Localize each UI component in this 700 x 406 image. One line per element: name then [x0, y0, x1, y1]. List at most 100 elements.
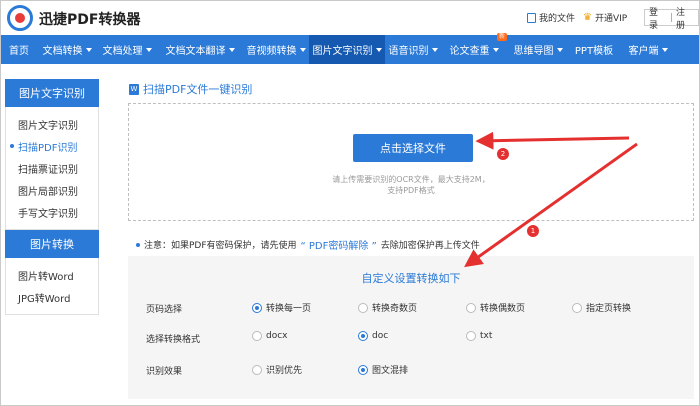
radio-option[interactable]: 图文混排: [358, 363, 408, 376]
sidebar-item-group1-4[interactable]: 手写文字识别: [6, 201, 98, 223]
document-icon: [527, 12, 536, 23]
chevron-down-icon: [492, 47, 499, 52]
radio-unselected-icon[interactable]: [466, 302, 476, 313]
radio-option[interactable]: 转换偶数页: [466, 301, 525, 314]
settings-row-label: 识别效果: [146, 367, 183, 377]
login-register-box: 登录 | 注册: [644, 8, 699, 31]
settings-row-label: 选择转换格式: [146, 335, 201, 345]
radio-option[interactable]: doc: [358, 331, 388, 341]
sidebar: 图片文字识别 图片文字识别 扫描PDF识别 扫描票证识别 图片局部识别 手写文字识别 图…: [5, 79, 99, 315]
nav-item-2[interactable]: 文档处理: [97, 35, 157, 64]
sidebar-item-group2-1[interactable]: JPG转Word: [6, 286, 98, 308]
upload-hint-line2: 支持PDF格式: [387, 186, 435, 195]
nav-item-9[interactable]: PPT模板: [569, 35, 619, 64]
sidebar-list-image: 图片转Word JPG转Word: [5, 258, 99, 315]
chevron-down-icon: [375, 47, 382, 52]
upload-hint-line1: 请上传需要识别的OCR文件，最大支持2M，: [332, 175, 490, 184]
sidebar-item-group1-2[interactable]: 扫描票证识别: [6, 157, 98, 179]
radio-option-label: docx: [266, 331, 288, 341]
radio-option-label: 图文混排: [372, 366, 409, 376]
sidebar-item-group2-0[interactable]: 图片转Word: [6, 264, 98, 286]
word-icon: W: [129, 83, 139, 95]
chevron-down-icon: [661, 47, 668, 52]
sidebar-item-group1-3[interactable]: 图片局部识别: [6, 179, 98, 201]
logo-icon[interactable]: [7, 5, 33, 31]
chevron-down-icon: [145, 47, 152, 52]
notice-suffix: 去除加密保护再上传文件: [380, 241, 480, 251]
radio-unselected-icon[interactable]: [252, 364, 262, 375]
settings-panel: 自定义设置转换如下 页码选择 转换每一页 转换奇数页 转换偶数页 指定页转换选择转换格式…: [128, 256, 694, 399]
upload-dropzone[interactable]: 点击选择文件 请上传需要识别的OCR文件，最大支持2M， 支持PDF格式: [128, 103, 694, 221]
radio-option-label: 转换偶数页: [480, 304, 526, 314]
vip-link[interactable]: ♛ 开通VIP: [583, 11, 627, 24]
nav-item-label: 论文查重: [449, 46, 490, 57]
notice-prefix: 注意：如果PDF有密码保护，请先使用: [144, 241, 297, 251]
nav-item-10[interactable]: 客户端: [619, 35, 677, 64]
nav-item-label: 文档处理: [102, 46, 143, 57]
radio-option[interactable]: docx: [252, 331, 288, 341]
nav-item-4[interactable]: 音视频转换: [243, 35, 309, 64]
pdf-password-remove-link[interactable]: “ PDF密码解除 ”: [301, 237, 377, 252]
radio-selected-icon[interactable]: [252, 302, 262, 313]
nav-item-label: PPT模板: [574, 46, 614, 57]
nav-item-0[interactable]: 首页: [1, 35, 37, 64]
radio-selected-icon[interactable]: [358, 364, 368, 375]
sidebar-item-group1-1[interactable]: 扫描PDF识别: [6, 135, 98, 157]
select-file-button[interactable]: 点击选择文件: [353, 134, 473, 162]
register-link[interactable]: 注册: [676, 5, 694, 31]
password-notice: 注意：如果PDF有密码保护，请先使用 “ PDF密码解除 ” 去除加密保护再上传…: [136, 237, 480, 252]
radio-selected-icon[interactable]: [358, 331, 368, 341]
bullet-dot-icon: [136, 242, 140, 247]
chevron-down-icon: [556, 47, 563, 52]
nav-item-5[interactable]: 图片文字识别: [309, 35, 385, 64]
radio-unselected-icon[interactable]: [572, 302, 582, 313]
nav-item-label: 客户端: [628, 46, 659, 57]
crown-icon: ♛: [583, 11, 592, 23]
auth-separator: |: [669, 12, 674, 23]
nav-item-8[interactable]: 思维导图: [507, 35, 569, 64]
radio-option-label: txt: [480, 331, 493, 341]
radio-option-label: 转换奇数页: [372, 304, 418, 314]
settings-row-label: 页码选择: [146, 305, 183, 315]
my-files-label: 我的文件: [539, 14, 576, 24]
radio-option[interactable]: 转换每一页: [252, 301, 311, 314]
vip-label: 开通VIP: [594, 14, 628, 24]
login-link[interactable]: 登录: [649, 5, 667, 31]
chevron-down-icon: [228, 47, 235, 52]
radio-option[interactable]: 识别优先: [252, 363, 302, 376]
nav-item-7[interactable]: 论文查重新: [441, 33, 507, 64]
chevron-down-icon: [431, 47, 438, 52]
nav-item-label: 图片文字识别: [312, 46, 373, 57]
nav-item-label: 首页: [9, 46, 29, 57]
radio-unselected-icon[interactable]: [358, 302, 368, 313]
page-title-text: 扫描PDF文件一键识别: [143, 83, 253, 96]
new-badge: 新: [496, 33, 507, 41]
radio-option[interactable]: 转换奇数页: [358, 301, 417, 314]
main-nav: 首页 文档转换 文档处理 文档文本翻译 音视频转换 图片文字识别 语音识别 论文查重新思维导图…: [1, 33, 699, 64]
sidebar-group-title-ocr: 图片文字识别: [5, 79, 99, 107]
radio-unselected-icon[interactable]: [252, 331, 262, 341]
my-files-link[interactable]: 我的文件: [527, 11, 575, 24]
page-title: W 扫描PDF文件一键识别: [129, 81, 252, 97]
radio-option[interactable]: txt: [466, 331, 492, 341]
radio-option-label: 识别优先: [266, 366, 303, 376]
annotation-marker-2: 2: [497, 148, 509, 160]
radio-option-label: doc: [372, 331, 389, 341]
radio-option-label: 转换每一页: [266, 304, 312, 314]
nav-item-1[interactable]: 文档转换: [37, 35, 97, 64]
nav-item-6[interactable]: 语音识别: [385, 35, 441, 64]
nav-item-label: 文档转换: [42, 46, 83, 57]
nav-item-label: 音视频转换: [246, 46, 297, 57]
radio-unselected-icon[interactable]: [466, 331, 476, 341]
nav-item-label: 文档文本翻译: [165, 46, 226, 57]
annotation-marker-1: 1: [527, 225, 539, 237]
brand-name[interactable]: 迅捷PDF转换器: [39, 9, 140, 29]
settings-title: 自定义设置转换如下: [361, 272, 461, 285]
sidebar-group-title-image: 图片转换: [5, 230, 99, 258]
radio-option[interactable]: 指定页转换: [572, 301, 631, 314]
radio-option-label: 指定页转换: [586, 304, 632, 314]
chevron-down-icon: [85, 47, 92, 52]
nav-item-label: 思维导图: [513, 46, 554, 57]
nav-item-3[interactable]: 文档文本翻译: [157, 35, 243, 64]
sidebar-item-group1-0[interactable]: 图片文字识别: [6, 113, 98, 135]
